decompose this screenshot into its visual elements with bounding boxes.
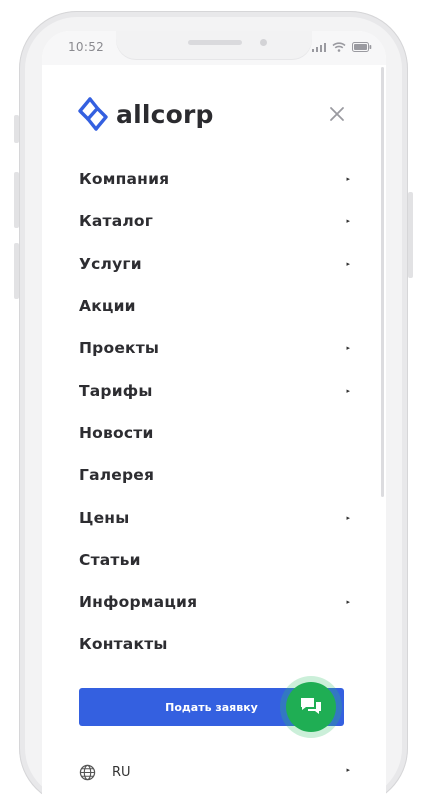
chevron-right-icon: ▸	[346, 513, 350, 522]
chat-bubbles-icon	[301, 698, 321, 714]
menu-item-label: Информация	[79, 593, 198, 612]
signal-icon	[312, 42, 326, 52]
chevron-right-icon: ▸	[346, 766, 350, 774]
menu-item-label: Акции	[79, 297, 136, 316]
menu-item-label: Тарифы	[79, 381, 153, 400]
battery-icon	[352, 42, 372, 52]
menu-item[interactable]: Каталог ▸	[79, 200, 351, 242]
globe-icon	[79, 764, 96, 780]
menu-item[interactable]: Услуги ▸	[79, 243, 351, 285]
menu-item[interactable]: Тарифы ▸	[79, 369, 351, 411]
screen: 10:52 allcorp Компания ▸ Каталог ▸ Услуг…	[42, 31, 386, 810]
menu-item[interactable]: Статьи	[79, 539, 351, 581]
menu-item[interactable]: Акции	[79, 285, 351, 327]
chevron-right-icon: ▸	[346, 217, 350, 226]
menu-item-label: Услуги	[79, 254, 142, 273]
menu-item[interactable]: Информация ▸	[79, 581, 351, 623]
volume-down-button	[14, 243, 19, 299]
status-icons	[312, 42, 372, 52]
menu-item[interactable]: Контакты	[79, 623, 351, 665]
language-selector[interactable]: RU ▸	[79, 762, 351, 782]
menu-item-label: Новости	[79, 423, 154, 442]
main-menu: Компания ▸ Каталог ▸ Услуги ▸ Акции Проекты ▸ Тар…	[79, 158, 351, 666]
menu-item[interactable]: Компания ▸	[79, 158, 351, 200]
menu-item[interactable]: Цены ▸	[79, 496, 351, 538]
chat-button[interactable]	[286, 682, 336, 732]
front-camera	[260, 39, 267, 46]
menu-item-label: Статьи	[79, 550, 141, 569]
chevron-right-icon: ▸	[346, 344, 350, 353]
chevron-right-icon: ▸	[346, 598, 350, 607]
allcorp-logo-icon	[78, 97, 108, 131]
chevron-right-icon: ▸	[346, 386, 350, 395]
notch	[116, 31, 312, 59]
status-bar: 10:52	[42, 31, 386, 65]
menu-item-label: Каталог	[79, 212, 154, 231]
wifi-icon	[332, 42, 346, 52]
menu-item-label: Проекты	[79, 339, 160, 358]
brand-logo[interactable]: allcorp	[78, 97, 214, 131]
close-icon[interactable]	[328, 105, 346, 123]
menu-item-label: Цены	[79, 508, 130, 527]
language-label: RU	[112, 764, 131, 780]
menu-item-label: Галерея	[79, 466, 155, 485]
menu-item[interactable]: Новости	[79, 412, 351, 454]
status-time: 10:52	[68, 40, 105, 54]
submit-request-label: Подать заявку	[165, 700, 258, 714]
volume-up-button	[14, 172, 19, 228]
chevron-right-icon: ▸	[346, 259, 350, 268]
menu-item-label: Компания	[79, 170, 170, 189]
scrollbar[interactable]	[381, 67, 384, 497]
power-button	[408, 192, 413, 278]
menu-item-label: Контакты	[79, 635, 168, 654]
speaker-grille	[188, 40, 242, 45]
silent-switch	[14, 115, 19, 143]
menu-item[interactable]: Галерея	[79, 454, 351, 496]
chevron-right-icon: ▸	[346, 175, 350, 184]
brand-name: allcorp	[116, 99, 214, 129]
menu-item[interactable]: Проекты ▸	[79, 327, 351, 369]
